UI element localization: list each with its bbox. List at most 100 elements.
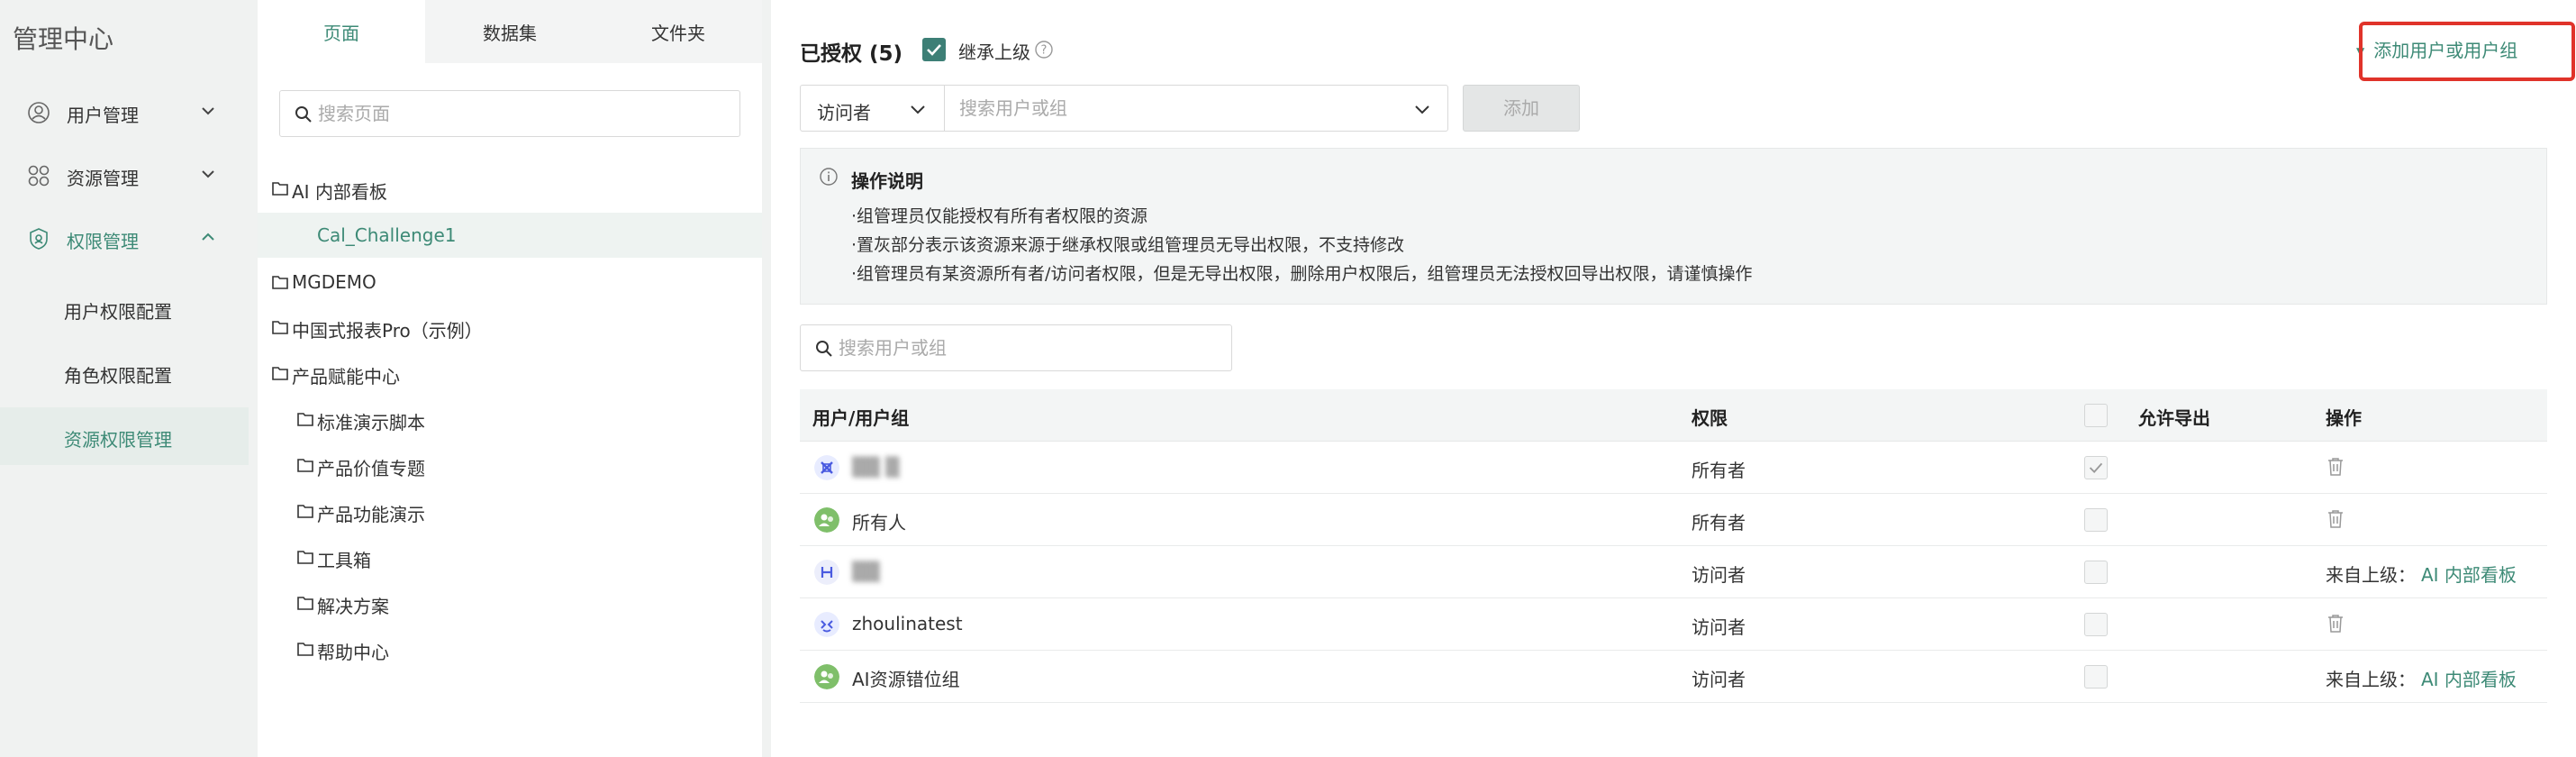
folder-icon	[297, 413, 313, 426]
chevron-down-icon	[1415, 105, 1429, 114]
nav-item-user-management[interactable]: 用户管理	[0, 83, 249, 141]
tree-node-label: 解决方案	[317, 596, 389, 617]
chevron-down-icon	[202, 170, 214, 178]
tab-pages[interactable]: 页面	[258, 0, 425, 63]
table-row: 所有人 所有者	[800, 494, 2547, 546]
tab-folders[interactable]: 文件夹	[594, 0, 762, 63]
folder-icon	[297, 551, 313, 564]
nav-item-label: 资源管理	[67, 168, 139, 189]
inherited-from-link[interactable]: AI 内部看板	[2421, 564, 2517, 586]
chevron-down-icon	[911, 105, 925, 114]
trash-icon[interactable]	[2326, 456, 2345, 478]
tree-node[interactable]: 解决方案	[258, 580, 762, 625]
tree-node-label: 帮助中心	[317, 642, 389, 663]
instruction-line: ·置灰部分表示该资源来源于继承权限或组管理员无导出权限，不支持修改	[851, 235, 1405, 255]
column-header-permission: 权限	[1692, 407, 1728, 429]
nav-item-label: 用户管理	[67, 105, 139, 126]
tree-node[interactable]: 产品功能演示	[258, 488, 762, 534]
permission-value: 访问者	[1692, 616, 1746, 638]
tree-node-label: 产品价值专题	[317, 458, 425, 479]
inherited-from-label: 来自上级：	[2326, 564, 2416, 586]
svg-text:?: ?	[1041, 44, 1048, 58]
page-search-box	[279, 90, 740, 137]
permission-value: 所有者	[1692, 460, 1746, 481]
authorized-title: 已授权 (5)	[800, 42, 903, 66]
tree-node-label: 产品功能演示	[317, 504, 425, 525]
column-header-user: 用户/用户组	[812, 407, 910, 429]
permission-value: 所有者	[1692, 512, 1746, 534]
group-avatar	[814, 507, 839, 533]
instructions-box: 操作说明 ·组管理员仅能授权有所有者权限的资源 ·置灰部分表示该资源来源于继承权…	[800, 148, 2547, 305]
nav-item-resource-management[interactable]: 资源管理	[0, 146, 249, 204]
search-icon	[816, 341, 832, 357]
tree-node[interactable]: 标准演示脚本	[258, 397, 762, 442]
permission-search-box	[800, 324, 1232, 371]
permission-value: 访问者	[1692, 669, 1746, 690]
column-header-actions: 操作	[2326, 407, 2362, 429]
inherited-from-label: 来自上级：	[2326, 669, 2416, 690]
folder-icon	[297, 459, 313, 472]
instructions-title: 操作说明	[851, 170, 923, 192]
sub-item-label: 用户权限配置	[64, 301, 172, 323]
export-checkbox[interactable]	[2084, 665, 2108, 689]
export-checkbox[interactable]	[2084, 508, 2108, 532]
sub-item-user-permission-config[interactable]: 用户权限配置	[0, 279, 249, 337]
folder-icon	[297, 505, 313, 518]
trash-icon[interactable]	[2326, 613, 2345, 634]
user-name: zhoulinatest	[852, 613, 963, 634]
role-select[interactable]: 访问者	[800, 85, 944, 132]
folder-icon	[272, 276, 288, 289]
tree-node[interactable]: 帮助中心	[258, 626, 762, 671]
tree-node-selected[interactable]: Cal_Challenge1	[258, 213, 762, 258]
role-select-value: 访问者	[817, 102, 871, 123]
user-group-select[interactable]	[944, 85, 1448, 132]
user-avatar	[814, 612, 839, 637]
trash-icon[interactable]	[2326, 508, 2345, 530]
tree-node[interactable]: 中国式报表Pro（示例）	[258, 305, 762, 350]
column-header-export: 允许导出	[2138, 407, 2210, 429]
tree-node[interactable]: AI 内部看板	[258, 166, 762, 211]
export-checkbox[interactable]	[2084, 613, 2108, 636]
instruction-line: ·组管理员仅能授权有所有者权限的资源	[851, 206, 1148, 226]
check-icon	[2089, 462, 2103, 473]
check-icon	[927, 44, 941, 56]
inherit-label: 继承上级	[958, 41, 1030, 63]
export-checkbox[interactable]	[2084, 456, 2108, 479]
folder-icon	[297, 597, 313, 610]
sub-item-role-permission-config[interactable]: 角色权限配置	[0, 343, 249, 401]
permission-search-input[interactable]	[839, 325, 1217, 370]
chevron-down-icon	[202, 107, 214, 115]
info-icon	[820, 168, 838, 186]
user-name: 所有人	[852, 512, 906, 534]
add-button[interactable]: 添加	[1463, 85, 1580, 132]
tree-node[interactable]: MGDEMO	[258, 260, 762, 305]
export-select-all-checkbox[interactable]	[2084, 404, 2108, 427]
tree-tabs: 页面 数据集 文件夹	[258, 0, 762, 63]
tab-datasets[interactable]: 数据集	[426, 0, 594, 63]
user-avatar	[814, 560, 839, 585]
tree-node-label: 标准演示脚本	[317, 412, 425, 433]
tree-node-label: 产品赋能中心	[292, 366, 400, 388]
table-header: 用户/用户组 权限 允许导出 操作	[800, 389, 2547, 442]
inherit-checkbox[interactable]	[922, 38, 946, 61]
help-icon[interactable]: ?	[1034, 40, 1054, 59]
tree-node[interactable]: 产品赋能中心	[258, 351, 762, 396]
tree-node[interactable]: 产品价值专题	[258, 442, 762, 488]
sub-item-label: 角色权限配置	[64, 365, 172, 387]
tree-node-label: 工具箱	[317, 550, 371, 571]
inherited-from-link[interactable]: AI 内部看板	[2421, 669, 2517, 690]
sub-item-resource-permission-management[interactable]: 资源权限管理	[0, 407, 249, 465]
page-search-input[interactable]	[318, 91, 732, 136]
highlight-box	[2359, 22, 2575, 81]
table-row: ▒▒ 访问者 来自上级： AI 内部看板	[800, 546, 2547, 598]
chevron-up-icon	[202, 233, 214, 241]
tree-node[interactable]: 工具箱	[258, 534, 762, 579]
left-nav: 管理中心 用户管理 资源管理 权限管理 用户权限配置 角色权限配置 资源权限管理	[0, 0, 249, 757]
user-group-select-input[interactable]	[959, 86, 1392, 131]
table-row: ▒▒ ▒ 所有者	[800, 442, 2547, 494]
tree-node-label: AI 内部看板	[292, 181, 387, 203]
folder-icon	[272, 367, 288, 380]
shield-icon	[30, 228, 48, 250]
export-checkbox[interactable]	[2084, 561, 2108, 584]
nav-item-permission-management[interactable]: 权限管理	[0, 209, 249, 267]
